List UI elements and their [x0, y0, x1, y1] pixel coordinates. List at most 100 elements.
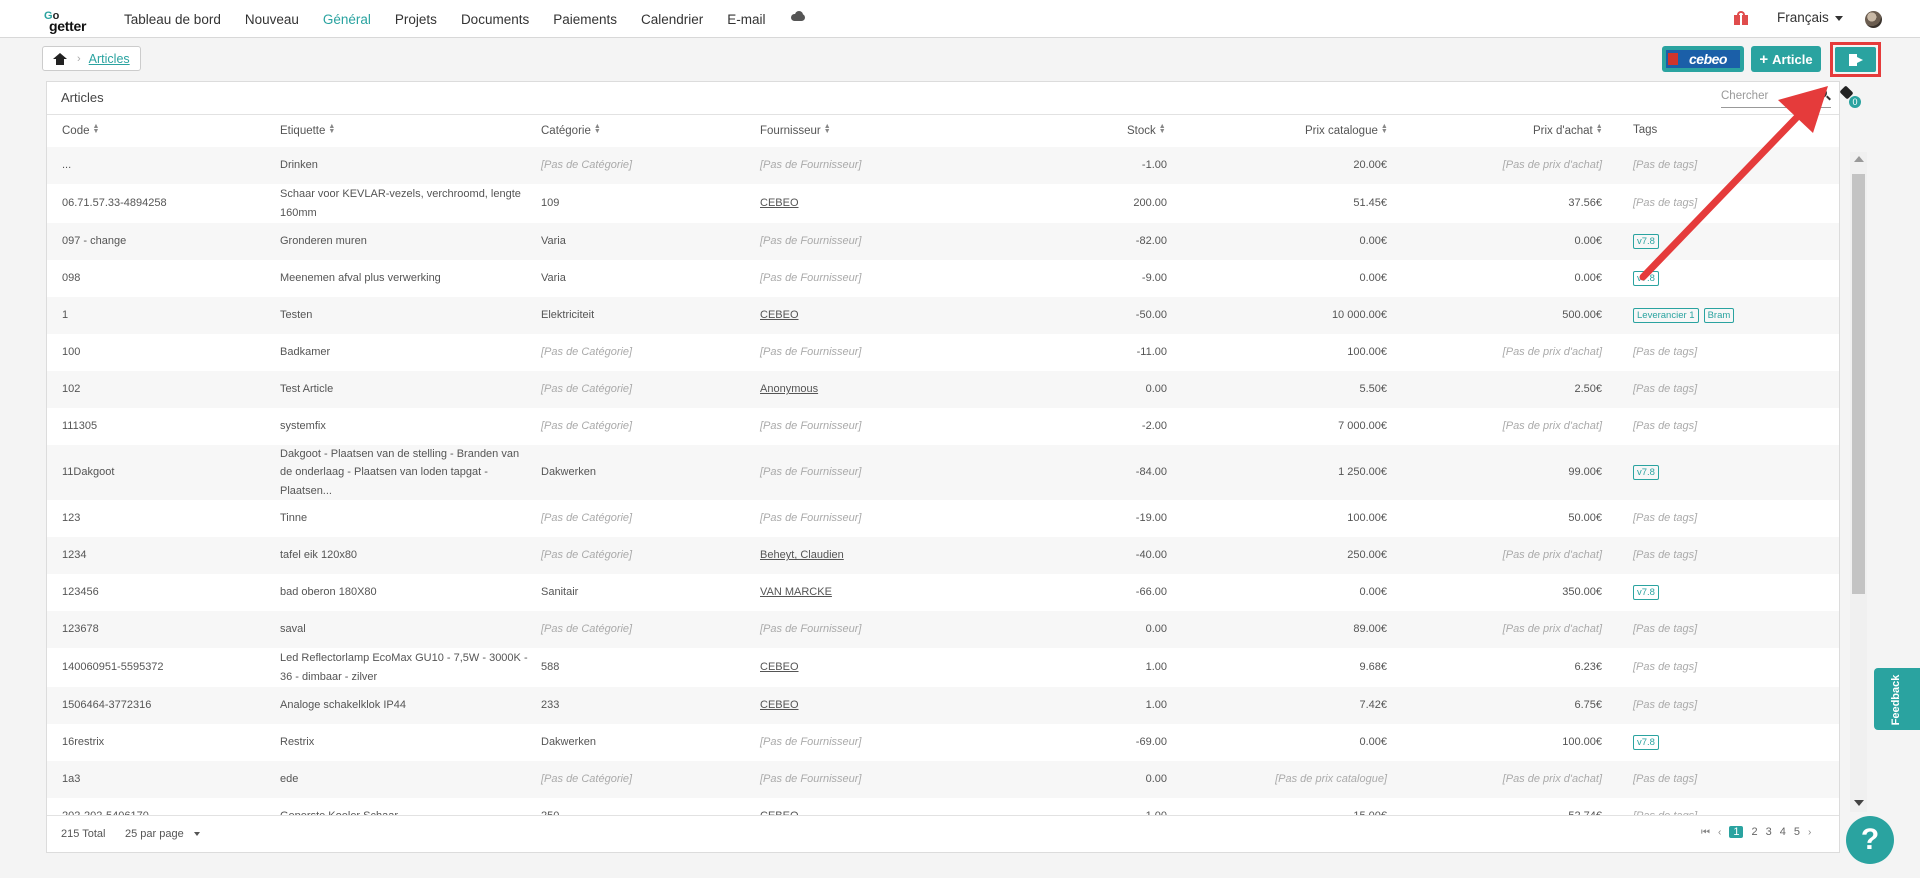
page-2[interactable]: 2 [1751, 826, 1757, 838]
cell-stock: -66.00 [1135, 586, 1167, 599]
tag-badge[interactable]: Leverancier 1 [1633, 308, 1699, 323]
scroll-up-icon[interactable] [1854, 156, 1864, 162]
nav-nouveau[interactable]: Nouveau [245, 12, 299, 27]
nav-g-n-ral[interactable]: Général [323, 12, 371, 27]
cell-tags: [Pas de tags] [1633, 420, 1698, 433]
table-row[interactable]: 1a3 ede [Pas de Catégorie] [Pas de Fourniss… [47, 761, 1839, 798]
table-row[interactable]: 111305 systemfix [Pas de Catégorie] [Pas de… [47, 408, 1839, 445]
prev-page-icon[interactable]: ‹ [1718, 827, 1721, 838]
supplier-link[interactable]: CEBEO [760, 807, 799, 815]
supplier-link[interactable]: CEBEO [760, 194, 799, 212]
column-header-catalog-price[interactable]: Prix catalogue ▲ ▼ [1305, 123, 1388, 137]
tag-badge[interactable]: Bram [1703, 308, 1735, 323]
column-header-stock[interactable]: Stock ▲ ▼ [1127, 123, 1166, 137]
table-row[interactable]: 1 Testen Elektriciteit CEBEO -50.00 10 000.00… [47, 297, 1839, 334]
supplier-link[interactable]: VAN MARCKE [760, 583, 832, 601]
tag-badge[interactable]: v7.8 [1633, 735, 1659, 750]
table-row[interactable]: 1506464-3772316 Analoge schakelklok IP44 2… [47, 687, 1839, 724]
help-button[interactable]: ? [1846, 816, 1894, 864]
cell-category: [Pas de Catégorie] [541, 773, 633, 786]
cell-label: Dakgoot - Plaatsen van de stelling - Bra… [280, 448, 520, 497]
search-box[interactable] [1721, 86, 1831, 108]
nav-documents[interactable]: Documents [461, 12, 529, 27]
cell-code: 123 [62, 512, 81, 525]
language-select[interactable]: Français [1777, 10, 1843, 25]
sort-icon: ▲ ▼ [92, 123, 100, 135]
breadcrumb-articles-link[interactable]: Articles [89, 52, 130, 66]
page-3[interactable]: 3 [1766, 826, 1772, 838]
logo-bottom: getter [49, 18, 87, 34]
table-row[interactable]: 140060951-5595372 Led Reflectorlamp EcoMa… [47, 648, 1839, 687]
export-button[interactable] [1835, 47, 1876, 72]
table-row[interactable]: 100 Badkamer [Pas de Catégorie] [Pas de Fou… [47, 334, 1839, 371]
add-article-button[interactable]: + Article [1751, 46, 1821, 72]
first-page-icon[interactable]: ⏮ [1701, 827, 1710, 838]
cell-supplier: CEBEO [760, 648, 990, 687]
table-row[interactable]: 1234 tafel eik 120x80 [Pas de Catégorie] Be… [47, 537, 1839, 574]
tag-badge[interactable]: v7.8 [1633, 234, 1659, 249]
gift-icon[interactable] [1734, 11, 1748, 25]
table-header: Code ▲ ▼ Etiquette ▲ ▼ Catégorie ▲ ▼ Fournisse… [47, 115, 1839, 147]
cell-category: 588 [541, 661, 560, 674]
table-row[interactable]: 123456 bad oberon 180X80 Sanitair VAN MARCK… [47, 574, 1839, 611]
cell-purchase-price: 6.75€ [1574, 699, 1602, 712]
tag-badge[interactable]: v7.8 [1633, 585, 1659, 600]
column-header-purchase-price[interactable]: Prix d'achat ▲ ▼ [1533, 123, 1603, 137]
tag-badge[interactable]: v7.8 [1633, 271, 1659, 286]
supplier-link[interactable]: CEBEO [760, 658, 799, 676]
tag-badge[interactable]: v7.8 [1633, 465, 1659, 480]
supplier-link[interactable]: Beheyt, Claudien [760, 546, 844, 564]
cell-category: [Pas de Catégorie] [541, 346, 633, 359]
table-row[interactable]: 123678 saval [Pas de Catégorie] [Pas de Fou… [47, 611, 1839, 648]
page-1[interactable]: 1 [1729, 826, 1744, 838]
supplier-link[interactable]: CEBEO [760, 306, 799, 324]
page-5[interactable]: 5 [1794, 826, 1800, 838]
table-row[interactable]: 11Dakgoot Dakgoot - Plaatsen van de stell… [47, 445, 1839, 500]
table-row[interactable]: 097 - change Gronderen muren Varia [Pas de … [47, 223, 1839, 260]
cell-code: 1a3 [62, 773, 81, 786]
column-header-category[interactable]: Catégorie ▲ ▼ [541, 123, 601, 137]
cell-code: ... [62, 159, 72, 172]
nav-projets[interactable]: Projets [395, 12, 437, 27]
user-avatar[interactable] [1865, 11, 1882, 28]
page-4[interactable]: 4 [1780, 826, 1786, 838]
table-row[interactable]: 102 Test Article [Pas de Catégorie] Anonymo… [47, 371, 1839, 408]
search-input[interactable] [1721, 86, 1811, 106]
table-row[interactable]: 123 Tinne [Pas de Catégorie] [Pas de Fourni… [47, 500, 1839, 537]
feedback-tab[interactable]: Feedback [1874, 668, 1920, 730]
tag-filter-button[interactable]: 0 [1839, 85, 1861, 108]
export-button-highlight[interactable] [1830, 42, 1881, 77]
gogetter-logo[interactable]: Go getter [44, 8, 100, 34]
cell-purchase-price: 100.00€ [1562, 736, 1602, 749]
scroll-down-icon[interactable] [1854, 800, 1864, 806]
table-row[interactable]: 202-202-5406170 Geperste Koeler Schaar 250… [47, 798, 1839, 815]
supplier-link[interactable]: Anonymous [760, 380, 818, 398]
column-header-tags: Tags [1633, 124, 1658, 136]
cell-catalog-price: 89.00€ [1353, 623, 1387, 636]
cell-label: bad oberon 180X80 [280, 586, 377, 599]
table-row[interactable]: ... Drinken [Pas de Catégorie] [Pas de Four… [47, 147, 1839, 184]
column-header-code[interactable]: Code ▲ ▼ [62, 123, 100, 137]
table-row[interactable]: 16restrix Restrix Dakwerken [Pas de Fournis… [47, 724, 1839, 761]
nav-calendrier[interactable]: Calendrier [641, 12, 703, 27]
cebeo-button[interactable]: cebeo [1662, 46, 1744, 72]
nav-tableau-de-bord[interactable]: Tableau de bord [124, 12, 221, 27]
nav-paiements[interactable]: Paiements [553, 12, 617, 27]
table-row[interactable]: 098 Meenemen afval plus verwerking Varia [P… [47, 260, 1839, 297]
per-page-select[interactable]: 25 par page [125, 828, 200, 840]
column-header-label[interactable]: Etiquette ▲ ▼ [280, 123, 335, 137]
cell-category: [Pas de Catégorie] [541, 623, 633, 636]
cell-category: Elektriciteit [541, 309, 595, 322]
search-icon[interactable] [1817, 88, 1827, 98]
nav-e-mail[interactable]: E-mail [727, 12, 765, 27]
cell-label: Test Article [280, 383, 334, 396]
column-header-supplier[interactable]: Fournisseur ▲ ▼ [760, 123, 831, 137]
table-row[interactable]: 06.71.57.33-4894258 Schaar voor KEVLAR-ve… [47, 184, 1839, 223]
home-icon[interactable] [53, 52, 67, 65]
cloud-icon[interactable] [790, 11, 806, 21]
vertical-scrollbar[interactable] [1850, 152, 1867, 812]
next-page-icon[interactable]: › [1808, 827, 1811, 838]
cell-category: Sanitair [541, 586, 579, 599]
supplier-link[interactable]: CEBEO [760, 696, 799, 714]
scrollbar-thumb[interactable] [1852, 174, 1865, 594]
